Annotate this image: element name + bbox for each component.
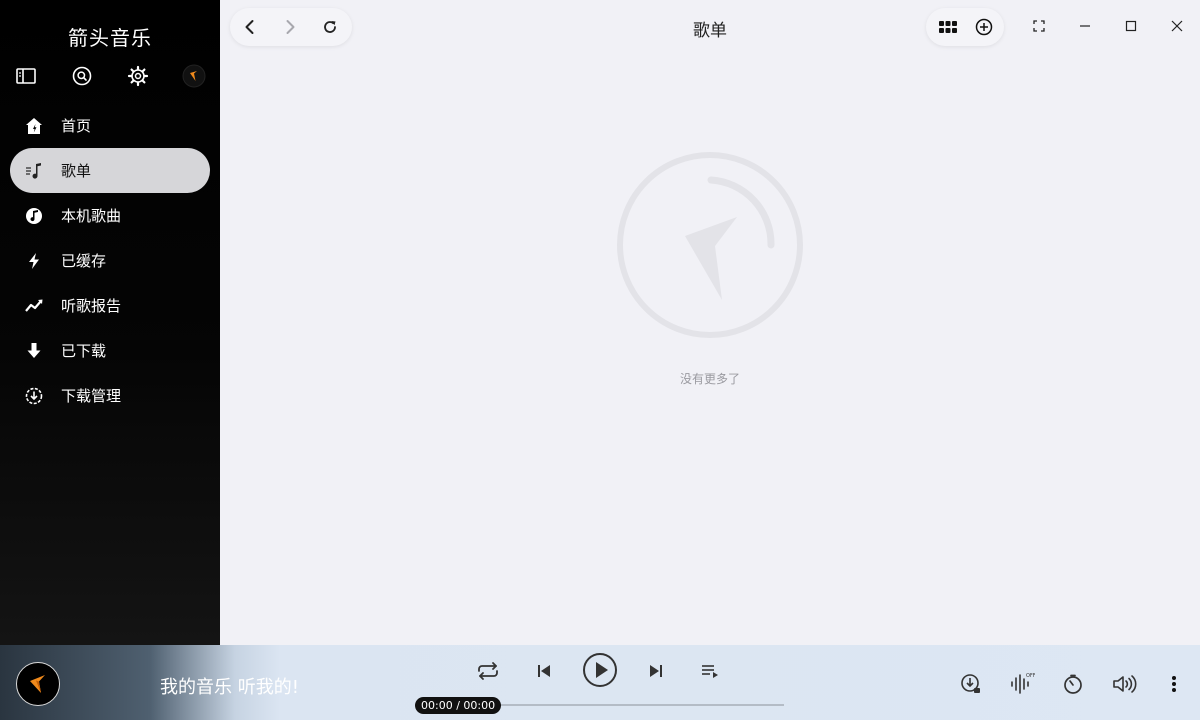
download-arrow-icon: [22, 339, 46, 363]
sidebar-toolbar: [0, 64, 220, 88]
repeat-icon: [478, 662, 498, 680]
sidebar-item-label: 听歌报告: [61, 297, 122, 315]
chevron-right-icon: [286, 20, 295, 34]
plus-circle-icon: [975, 18, 993, 36]
trend-icon: [22, 294, 46, 318]
sidebar-item-downloaded[interactable]: 已下载: [10, 328, 210, 373]
fullscreen-button[interactable]: [1027, 14, 1051, 38]
sidebar-nav: 首页 歌单 本机歌曲 已缓存 听歌报告 已下载 下载管理: [0, 103, 220, 418]
sidebar-toggle-icon[interactable]: [14, 64, 38, 88]
play-button[interactable]: [582, 652, 618, 688]
close-button[interactable]: [1165, 14, 1189, 38]
play-icon: [583, 653, 617, 687]
sidebar-item-label: 首页: [61, 117, 92, 135]
gear-icon[interactable]: [126, 64, 150, 88]
grid-icon: [939, 21, 957, 33]
sidebar-item-label: 本机歌曲: [61, 207, 122, 225]
app-title: 箭头音乐: [68, 26, 152, 50]
minimize-icon: [1080, 25, 1090, 27]
sidebar-item-label: 歌单: [61, 162, 92, 180]
grid-view-button[interactable]: [936, 15, 960, 39]
queue-button[interactable]: [698, 659, 722, 683]
queue-icon: [702, 665, 718, 678]
back-button[interactable]: [238, 15, 262, 39]
sidebar: 箭头音乐 首页 歌单 本机歌曲 已缓存 听歌报告 已下载 下载管理: [0, 0, 220, 645]
audio-effects-button[interactable]: OFF: [1008, 669, 1036, 697]
sidebar-item-playlist[interactable]: 歌单: [10, 148, 210, 193]
close-icon: [1171, 20, 1183, 32]
waveform-icon: OFF: [1011, 673, 1035, 694]
lightning-icon: [22, 249, 46, 273]
volume-button[interactable]: [1110, 671, 1138, 697]
more-vertical-icon: [1172, 676, 1176, 692]
view-tools: [926, 8, 1004, 46]
history-nav: [230, 8, 352, 46]
skip-previous-icon: [538, 665, 550, 677]
sidebar-item-home[interactable]: 首页: [10, 103, 210, 148]
sidebar-item-listening-report[interactable]: 听歌报告: [10, 283, 210, 328]
maximize-button[interactable]: [1119, 14, 1143, 38]
sidebar-item-label: 已下载: [61, 342, 107, 360]
app-logo-icon[interactable]: [182, 64, 206, 88]
player-bar: 我的音乐 听我的! OFF: [0, 645, 1200, 720]
refresh-button[interactable]: [318, 15, 342, 39]
empty-state-text: 没有更多了: [679, 372, 740, 386]
add-button[interactable]: [972, 15, 996, 39]
sleep-timer-button[interactable]: [1060, 671, 1086, 697]
app-logo-icon: [30, 675, 45, 693]
empty-state-logo: [615, 150, 805, 340]
playlist-icon: [22, 159, 46, 183]
music-note-icon: [22, 204, 46, 228]
sidebar-item-label: 已缓存: [61, 252, 107, 270]
volume-icon: [1113, 675, 1137, 693]
sidebar-item-download-manager[interactable]: 下载管理: [10, 373, 210, 418]
playback-time: 00:00 / 00:00: [415, 697, 502, 714]
download-circle-icon: [961, 674, 980, 693]
search-icon[interactable]: [70, 64, 94, 88]
download-manager-icon: [22, 384, 46, 408]
forward-button[interactable]: [278, 15, 302, 39]
minimize-button[interactable]: [1073, 14, 1097, 38]
page-title: 歌单: [693, 21, 727, 41]
track-title: 我的音乐 听我的!: [160, 677, 299, 698]
timer-icon: [1064, 674, 1082, 694]
svg-text:OFF: OFF: [1026, 673, 1035, 679]
sidebar-item-cached[interactable]: 已缓存: [10, 238, 210, 283]
app-window: 箭头音乐 首页 歌单 本机歌曲 已缓存 听歌报告 已下载 下载管理 歌单 没有更…: [0, 0, 1200, 720]
previous-button[interactable]: [532, 659, 556, 683]
skip-next-icon: [650, 665, 662, 677]
next-button[interactable]: [644, 659, 668, 683]
download-button[interactable]: [958, 671, 984, 697]
album-cover[interactable]: [16, 662, 60, 706]
home-icon: [22, 114, 46, 138]
fullscreen-icon: [1033, 20, 1045, 32]
maximize-icon: [1125, 20, 1137, 32]
chevron-left-icon: [245, 20, 254, 34]
more-button[interactable]: [1162, 671, 1186, 697]
sidebar-item-local-songs[interactable]: 本机歌曲: [10, 193, 210, 238]
sidebar-item-label: 下载管理: [61, 387, 122, 405]
repeat-button[interactable]: [474, 657, 502, 685]
refresh-icon: [324, 21, 336, 33]
